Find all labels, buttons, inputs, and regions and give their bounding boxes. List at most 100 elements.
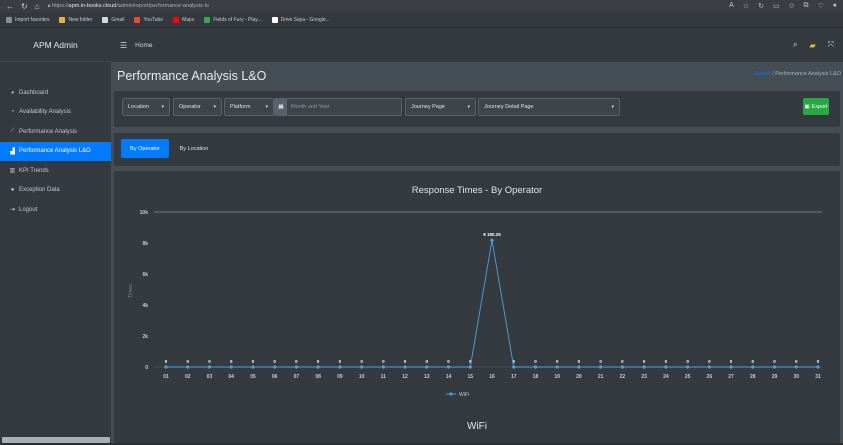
favorite-link[interactable]: Maps	[173, 16, 194, 23]
bookmark-icon	[134, 16, 141, 23]
sidebar-item-exception-data[interactable]: ● Exception Data	[0, 181, 111, 201]
operator-select[interactable]: Operator ▾	[173, 98, 222, 116]
journey-page-select[interactable]: Journey Page ▾	[405, 98, 476, 116]
data-point	[577, 365, 581, 369]
horizontal-scrollbar[interactable]	[2, 437, 110, 443]
data-label: 0	[730, 359, 733, 364]
x-tick-label: 26	[707, 374, 713, 380]
calendar-icon: ▦	[275, 99, 287, 115]
file-excel-icon: ▣	[804, 103, 810, 110]
split-screen-icon[interactable]: ▭	[773, 2, 780, 10]
favorites-icon[interactable]: ✩	[789, 2, 795, 10]
location-select[interactable]: Location ▾	[122, 98, 170, 116]
data-point	[316, 365, 320, 369]
chart-title: Response Times - By Operator	[412, 185, 542, 196]
sidebar-item-dashboard[interactable]: ◕ Dashboard	[0, 83, 111, 103]
x-tick-label: 13	[424, 374, 430, 380]
sidebar-item-label: Dashboard	[19, 89, 49, 96]
platform-select[interactable]: Platform ▾	[224, 98, 274, 116]
x-tick-label: 06	[272, 374, 278, 380]
refresh-page-icon[interactable]: ↻	[758, 2, 764, 10]
chevron-down-icon: ▾	[265, 104, 268, 110]
data-point	[446, 365, 451, 369]
x-tick-label: 09	[337, 374, 343, 380]
filter-bar: Location ▾ Operator ▾ Platform ▾ ▦ Month an…	[114, 91, 840, 127]
journey-detail-select[interactable]: Journey Detail Page ▾	[478, 98, 620, 116]
y-tick-label: 6k	[142, 272, 148, 278]
data-point	[164, 365, 168, 369]
month-year-input[interactable]: ▦ Month and Year	[274, 98, 402, 116]
sidebar-item-availability-analysis[interactable]: ◔ Availability Analysis	[0, 103, 111, 123]
tab-by-operator[interactable]: By Operator	[121, 139, 169, 158]
favorites-bar: Import favorites New folder Gmail YouTube Ma…	[0, 12, 843, 28]
x-tick-label: 08	[315, 374, 321, 380]
favorite-link[interactable]: Gmail	[102, 16, 124, 23]
collections-icon[interactable]: ⧉	[803, 2, 808, 10]
favorite-star-icon[interactable]: ☆	[743, 2, 749, 10]
wifi-series-line	[166, 240, 818, 368]
comments-icon[interactable]: ▰	[809, 41, 815, 50]
export-label: Export	[811, 103, 828, 110]
favorite-label: Fields of Fury - Play...	[213, 16, 262, 23]
menu-toggle-icon[interactable]: ☰	[120, 41, 127, 50]
sidebar-menu: ◕ Dashboard ◔ Availability Analysis ⟋ Perform…	[0, 83, 111, 220]
y-tick-label: 8k	[142, 241, 148, 247]
favorite-link[interactable]: New folder	[59, 16, 92, 23]
url-host: apm.in-books.cloud	[68, 2, 117, 9]
legend-label: WiFi	[459, 392, 469, 398]
profile-icon[interactable]: ●	[833, 2, 837, 10]
breadcrumb-separator: /	[772, 71, 774, 77]
data-point	[816, 365, 820, 369]
brand-title[interactable]: APM Admin	[0, 28, 111, 62]
home-icon[interactable]: ⌂	[35, 2, 40, 11]
favorite-link[interactable]: Drive Saya - Google...	[271, 16, 330, 23]
favorite-link[interactable]: Import favorites	[6, 16, 49, 23]
search-icon[interactable]: ⌕	[793, 40, 797, 50]
data-label: 0	[404, 359, 407, 364]
data-label: 0	[686, 359, 689, 364]
read-aloud-icon[interactable]: A	[729, 2, 734, 10]
journey-page-label: Journey Page	[411, 104, 445, 110]
chart-pie-icon: ◔	[10, 109, 15, 116]
favorite-link[interactable]: Fields of Fury - Play...	[204, 16, 262, 23]
extensions-icon[interactable]: ♡	[817, 2, 823, 10]
breadcrumb-home[interactable]: Report	[754, 71, 771, 77]
bookmark-icon	[271, 16, 278, 23]
bookmark-icon	[102, 16, 109, 23]
sidebar-item-label: Exception Data	[19, 187, 60, 194]
bookmark-icon	[204, 16, 211, 23]
main-content: Performance Analysis L&O Report / Perfor…	[111, 62, 843, 443]
sidebar-item-kpi-trends[interactable]: ▥ KPI Trends	[0, 161, 111, 181]
sidebar-item-label: Performance Analysis	[19, 128, 78, 135]
sidebar-item-performance-analysis-l-o[interactable]: ▟ Performance Analysis L&O	[0, 141, 111, 161]
x-tick-label: 23	[641, 374, 647, 380]
x-tick-label: 25	[685, 374, 691, 380]
data-label: 0	[426, 359, 429, 364]
x-tick-label: 05	[250, 374, 256, 380]
data-label: 0	[165, 359, 168, 364]
x-tick-label: 16	[489, 374, 495, 380]
data-point	[229, 365, 233, 369]
x-tick-label: 18	[533, 374, 539, 380]
info-circle-icon: ●	[10, 187, 15, 194]
data-label: 0	[556, 359, 559, 364]
export-button[interactable]: ▣ Export	[803, 98, 829, 115]
refresh-icon[interactable]: ↻	[21, 2, 28, 11]
data-point	[533, 365, 538, 369]
tab-by-location[interactable]: By Location	[172, 139, 216, 158]
data-label: 0	[621, 359, 624, 364]
data-point	[620, 365, 624, 369]
address-bar[interactable]: 🔒︎ https://apm.in-books.cloud/admin/repo…	[48, 3, 722, 10]
home-link[interactable]: Home	[135, 42, 152, 49]
x-tick-label: 10	[359, 374, 365, 380]
x-tick-label: 28	[750, 374, 756, 380]
breadcrumb: Report / Performance Analysis L&O	[754, 71, 841, 77]
sidebar-item-performance-analysis[interactable]: ⟋ Performance Analysis	[0, 122, 111, 142]
sidebar-item-logout[interactable]: ⇥ Logout	[0, 200, 111, 220]
favorite-link[interactable]: YouTube	[134, 16, 163, 23]
data-point	[490, 238, 494, 242]
fullscreen-icon[interactable]: ⤧	[828, 40, 834, 50]
sidebar-item-label: Performance Analysis L&O	[19, 148, 91, 155]
x-tick-label: 02	[185, 374, 191, 380]
back-icon[interactable]: ←	[6, 2, 14, 11]
